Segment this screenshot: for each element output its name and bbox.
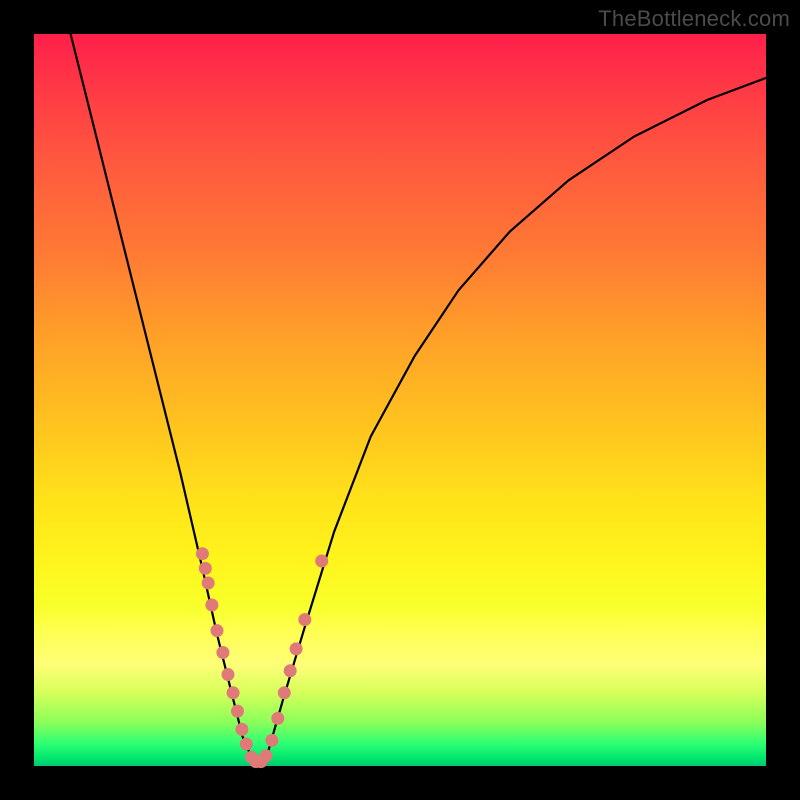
data-point — [260, 749, 273, 762]
data-point — [227, 686, 240, 699]
data-point — [216, 646, 229, 659]
data-point — [284, 664, 297, 677]
chart-stage: TheBottleneck.com — [0, 0, 800, 800]
data-point — [290, 642, 303, 655]
curve-layer — [34, 34, 766, 766]
data-point — [235, 723, 248, 736]
bottleneck-curve — [71, 34, 766, 762]
data-point — [298, 613, 311, 626]
data-point — [211, 624, 224, 637]
data-point — [265, 734, 278, 747]
data-point — [271, 712, 284, 725]
watermark-text: TheBottleneck.com — [598, 6, 790, 32]
data-point — [231, 705, 244, 718]
plot-area — [34, 34, 766, 766]
data-point — [222, 668, 235, 681]
data-point — [199, 562, 212, 575]
data-point — [202, 577, 215, 590]
data-point — [196, 547, 209, 560]
data-point — [278, 686, 291, 699]
data-point — [205, 599, 218, 612]
data-point — [240, 738, 253, 751]
data-point — [315, 555, 328, 568]
data-points — [196, 547, 328, 768]
